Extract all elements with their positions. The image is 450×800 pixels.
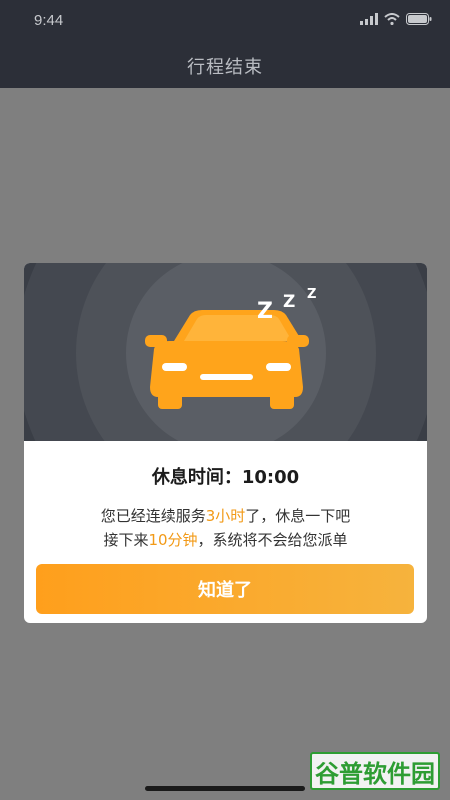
message-line-2-post: ，系统将不会给您派单 (197, 531, 348, 549)
home-indicator (145, 786, 305, 791)
watermark-logo: 谷普软件园 (310, 752, 440, 790)
got-it-button[interactable]: 知道了 (36, 564, 414, 614)
dialog-content: 休息时间：10:00 您已经连续服务3小时了，休息一下吧 接下来10分钟，系统将… (24, 441, 427, 552)
page-title: 行程结束 (187, 57, 263, 78)
service-hours-highlight: 3小时 (205, 507, 246, 525)
sleeping-car-icon (145, 310, 309, 409)
rest-minutes-highlight: 10分钟 (148, 531, 198, 549)
message-line-1-post: 了，休息一下吧 (245, 507, 351, 525)
status-icons (360, 13, 432, 25)
status-bar: 9:44 (0, 0, 450, 44)
rest-time-label: 休息时间： (151, 467, 242, 488)
sleep-z-small: Z (307, 287, 317, 302)
signal-icon (360, 13, 378, 25)
message-line-1: 您已经连续服务3小时了，休息一下吧 (24, 504, 427, 528)
message-line-2: 接下来10分钟，系统将不会给您派单 (24, 528, 427, 552)
nav-bar: 行程结束 (0, 44, 450, 88)
rest-message: 您已经连续服务3小时了，休息一下吧 接下来10分钟，系统将不会给您派单 (24, 504, 427, 552)
hero-illustration: Z Z Z (24, 263, 427, 441)
rest-reminder-dialog: Z Z Z 休息时间：10:00 您已经连续服务3小时了，休息一下吧 接下来10… (24, 263, 427, 623)
battery-icon (406, 13, 432, 25)
rest-time-heading: 休息时间：10:00 (24, 463, 427, 489)
wifi-icon (384, 13, 400, 25)
sleep-z-medium: Z (283, 292, 296, 312)
status-time: 9:44 (34, 12, 64, 29)
sleep-z-large: Z (257, 299, 273, 324)
message-line-2-pre: 接下来 (103, 531, 149, 549)
message-line-1-pre: 您已经连续服务 (100, 507, 206, 525)
rest-time-value: 10:00 (241, 467, 300, 488)
